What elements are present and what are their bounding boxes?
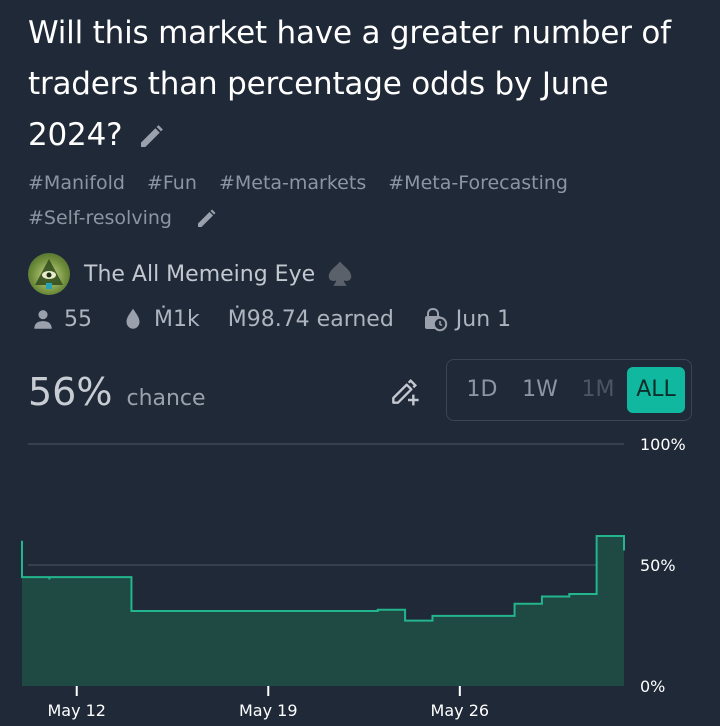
creator-row: The All Memeing Eye <box>28 253 355 295</box>
stats-row: 55 Ṁ1k Ṁ98.74 earned Jun 1 <box>30 302 539 336</box>
y-tick-label: 100% <box>640 435 686 454</box>
market-title-text: Will this market have a greater number o… <box>28 15 671 153</box>
probability-label: chance <box>126 386 206 411</box>
market-title: Will this market have a greater number o… <box>28 8 698 161</box>
close-date-stat[interactable]: Jun 1 <box>422 306 511 332</box>
x-tick-label: May 19 <box>239 701 298 720</box>
probability-chart[interactable]: 100% 50% 0% May 12 May 19 May 26 <box>0 430 720 726</box>
volume-value: Ṁ1k <box>154 306 200 332</box>
range-tab-1d[interactable]: 1D <box>453 367 511 413</box>
tag-self-resolving[interactable]: #Self-resolving <box>28 207 172 229</box>
pencil-icon[interactable] <box>194 207 218 231</box>
droplet-icon <box>126 308 140 329</box>
range-tab-1m: 1M <box>581 377 615 402</box>
market-page: Will this market have a greater number o… <box>0 0 720 726</box>
time-range-selector: 1D 1W 1M ALL <box>446 359 692 421</box>
close-date: Jun 1 <box>455 306 512 332</box>
range-tab-all[interactable]: ALL <box>627 367 685 413</box>
avatar[interactable] <box>28 253 70 295</box>
probability-display: 56% chance <box>28 370 206 414</box>
earned-stat: Ṁ98.74 earned <box>228 307 394 332</box>
x-tick-label: May 12 <box>47 701 106 720</box>
x-tick-label: May 26 <box>431 701 490 720</box>
y-tick-label: 50% <box>640 556 676 575</box>
lock-clock-icon <box>424 307 447 332</box>
traders-stat[interactable]: 55 <box>30 306 92 332</box>
traders-count: 55 <box>64 306 92 332</box>
range-tab-1w[interactable]: 1W <box>511 367 569 413</box>
tag-meta-markets[interactable]: #Meta-markets <box>219 172 366 194</box>
pencil-plus-icon[interactable] <box>388 376 420 408</box>
creator-name[interactable]: The All Memeing Eye <box>84 262 315 287</box>
pencil-icon[interactable] <box>136 122 166 152</box>
tag-fun[interactable]: #Fun <box>147 172 197 194</box>
y-tick-label: 0% <box>640 677 665 696</box>
probability-value: 56% <box>28 370 113 414</box>
tag-manifold[interactable]: #Manifold <box>28 172 125 194</box>
user-icon <box>34 310 52 329</box>
spade-icon <box>328 261 352 286</box>
tag-meta-forecasting[interactable]: #Meta-Forecasting <box>388 172 568 194</box>
volume-stat[interactable]: Ṁ1k <box>120 306 200 332</box>
earned-value: Ṁ98.74 earned <box>227 306 394 332</box>
tag-list: #Manifold #Fun #Meta-markets #Meta-Forec… <box>28 166 708 236</box>
